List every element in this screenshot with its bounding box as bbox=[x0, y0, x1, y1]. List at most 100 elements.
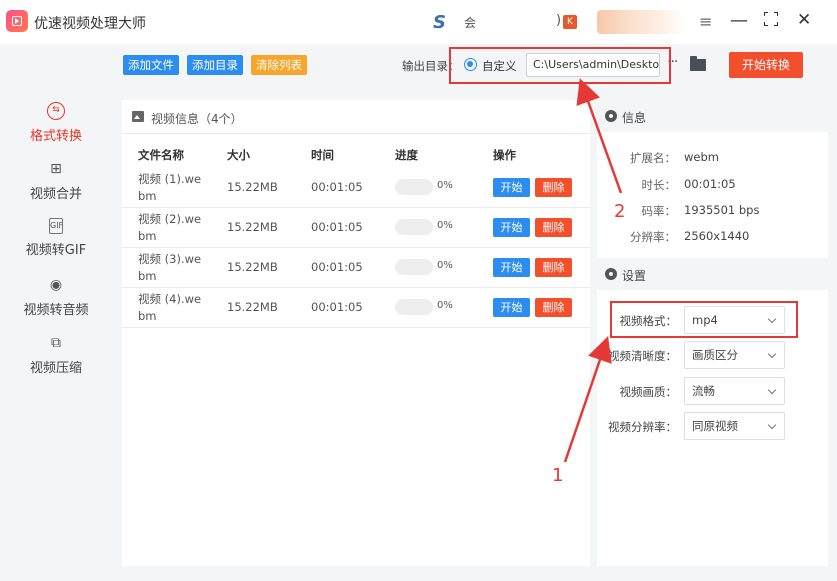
row-delete-button[interactable]: 删除 bbox=[535, 178, 572, 197]
setting-label-clarity: 视频清晰度： bbox=[608, 349, 677, 363]
file-duration: 00:01:05 bbox=[311, 220, 363, 234]
row-delete-button[interactable]: 删除 bbox=[535, 218, 572, 237]
video-clarity-value: 画质区分 bbox=[692, 348, 738, 362]
sidebar-item-video-compress[interactable]: ⧉ 视频压缩 bbox=[0, 334, 112, 376]
video-quality-select[interactable]: 流畅 bbox=[684, 377, 785, 405]
folder-icon[interactable] bbox=[690, 56, 706, 71]
file-name: 视频 (3).webm bbox=[138, 252, 202, 283]
info-key-extension: 扩展名： bbox=[630, 151, 676, 165]
info-key-duration: 时长： bbox=[641, 178, 677, 192]
add-directory-button[interactable]: 添加目录 bbox=[187, 55, 243, 75]
file-size: 15.22MB bbox=[227, 260, 278, 274]
info-value-duration: 00:01:05 bbox=[684, 177, 736, 191]
user-avatar-blurred[interactable] bbox=[597, 10, 685, 34]
k-badge-icon[interactable]: K bbox=[563, 15, 577, 29]
title-bar: 优速视频处理大师 S 会 ) K ≡ — ✕ bbox=[0, 0, 837, 44]
video-clarity-select[interactable]: 画质区分 bbox=[684, 341, 785, 369]
progress-percent: 0% bbox=[437, 180, 453, 191]
sidebar-item-label: 视频转音频 bbox=[23, 303, 89, 318]
clear-list-button[interactable]: 清除列表 bbox=[251, 55, 307, 75]
sidebar-item-video-to-gif[interactable]: GIF 视频转GIF bbox=[0, 218, 112, 258]
add-file-button[interactable]: 添加文件 bbox=[123, 55, 179, 75]
column-header-size: 大小 bbox=[227, 148, 250, 162]
audio-icon: ◉ bbox=[49, 277, 63, 293]
column-header-action: 操作 bbox=[493, 148, 516, 162]
progress-bar bbox=[395, 219, 433, 235]
progress-percent: 0% bbox=[437, 260, 453, 271]
file-duration: 00:01:05 bbox=[311, 180, 363, 194]
column-header-time: 时间 bbox=[311, 148, 334, 162]
close-button[interactable]: ✕ bbox=[797, 10, 811, 30]
app-title: 优速视频处理大师 bbox=[34, 16, 146, 32]
gear-icon bbox=[605, 268, 617, 280]
progress-percent: 0% bbox=[437, 220, 453, 231]
s-logo-icon[interactable]: S bbox=[433, 12, 446, 33]
sidebar-item-label: 格式转换 bbox=[29, 129, 82, 144]
chevron-down-icon bbox=[767, 385, 777, 395]
minimize-button[interactable]: — bbox=[730, 10, 748, 31]
file-duration: 00:01:05 bbox=[311, 260, 363, 274]
settings-section-header: 设置 bbox=[597, 258, 828, 290]
video-list-header: 视频信息（4个） bbox=[122, 100, 590, 134]
video-list-panel: 视频信息（4个） 文件名称 大小 时间 进度 操作 视频 (1).webm 15… bbox=[122, 100, 590, 566]
row-start-button[interactable]: 开始 bbox=[493, 178, 530, 197]
row-start-button[interactable]: 开始 bbox=[493, 218, 530, 237]
info-value-resolution: 2560x1440 bbox=[684, 229, 750, 243]
maximize-button[interactable] bbox=[764, 12, 778, 26]
row-delete-button[interactable]: 删除 bbox=[535, 298, 572, 317]
file-name: 视频 (4).webm bbox=[138, 292, 202, 323]
progress-bar bbox=[395, 299, 433, 315]
annotation-number-1: 1 bbox=[552, 465, 564, 486]
video-list-title: 视频信息（4个） bbox=[151, 112, 243, 126]
annotation-number-2: 2 bbox=[614, 201, 626, 222]
menu-icon[interactable]: ≡ bbox=[699, 12, 712, 31]
compress-icon: ⧉ bbox=[51, 335, 61, 351]
merge-icon: ⊞ bbox=[50, 161, 62, 177]
info-section-header: 信息 bbox=[597, 100, 828, 132]
start-convert-button[interactable]: 开始转换 bbox=[729, 52, 803, 78]
video-quality-value: 流畅 bbox=[692, 384, 715, 398]
column-header-name: 文件名称 bbox=[138, 148, 184, 162]
sidebar-item-format-convert[interactable]: ⇆ 格式转换 bbox=[0, 102, 112, 144]
table-row: 视频 (2).webm 15.22MB 00:01:05 0% 开始 删除 bbox=[122, 208, 590, 248]
app-logo-icon bbox=[6, 10, 28, 32]
gear-icon bbox=[605, 110, 617, 122]
info-title: 信息 bbox=[622, 111, 647, 125]
progress-percent: 0% bbox=[437, 300, 453, 311]
gif-icon: GIF bbox=[49, 218, 63, 234]
sidebar: ⇆ 格式转换 ⊞ 视频合并 GIF 视频转GIF ◉ 视频转音频 ⧉ 视频压缩 bbox=[0, 44, 112, 581]
chevron-down-icon bbox=[767, 349, 777, 359]
file-size: 15.22MB bbox=[227, 300, 278, 314]
row-delete-button[interactable]: 删除 bbox=[535, 258, 572, 277]
file-name: 视频 (1).webm bbox=[138, 172, 202, 203]
column-header-progress: 进度 bbox=[395, 148, 418, 162]
account-paren: ) bbox=[556, 13, 562, 28]
settings-title: 设置 bbox=[622, 269, 647, 283]
info-key-resolution: 分辨率： bbox=[630, 230, 676, 244]
sidebar-item-label: 视频转GIF bbox=[25, 243, 87, 258]
account-text[interactable]: 会 bbox=[464, 14, 476, 31]
video-resolution-value: 同原视频 bbox=[692, 419, 738, 433]
progress-bar bbox=[395, 179, 433, 195]
image-icon bbox=[132, 111, 144, 122]
sidebar-item-video-to-audio[interactable]: ◉ 视频转音频 bbox=[0, 276, 112, 318]
table-row: 视频 (4).webm 15.22MB 00:01:05 0% 开始 删除 bbox=[122, 288, 590, 328]
sidebar-item-label: 视频合并 bbox=[29, 187, 82, 202]
file-size: 15.22MB bbox=[227, 180, 278, 194]
info-value-bitrate: 1935501 bps bbox=[684, 203, 760, 217]
setting-label-resolution: 视频分辨率： bbox=[608, 420, 677, 434]
chevron-down-icon bbox=[767, 420, 777, 430]
sidebar-item-video-merge[interactable]: ⊞ 视频合并 bbox=[0, 160, 112, 202]
info-value-extension: webm bbox=[684, 150, 719, 164]
row-start-button[interactable]: 开始 bbox=[493, 298, 530, 317]
format-convert-icon: ⇆ bbox=[47, 102, 65, 120]
table-row: 视频 (3).webm 15.22MB 00:01:05 0% 开始 删除 bbox=[122, 248, 590, 288]
video-resolution-select[interactable]: 同原视频 bbox=[684, 412, 785, 440]
app-window: 优速视频处理大师 S 会 ) K ≡ — ✕ ⇆ 格式转换 ⊞ 视频合并 GIF… bbox=[0, 0, 837, 581]
row-start-button[interactable]: 开始 bbox=[493, 258, 530, 277]
info-key-bitrate: 码率： bbox=[641, 204, 677, 218]
table-row: 视频 (1).webm 15.22MB 00:01:05 0% 开始 删除 bbox=[122, 168, 590, 208]
annotation-box-format bbox=[610, 301, 798, 338]
file-size: 15.22MB bbox=[227, 220, 278, 234]
annotation-box-output bbox=[449, 47, 671, 84]
